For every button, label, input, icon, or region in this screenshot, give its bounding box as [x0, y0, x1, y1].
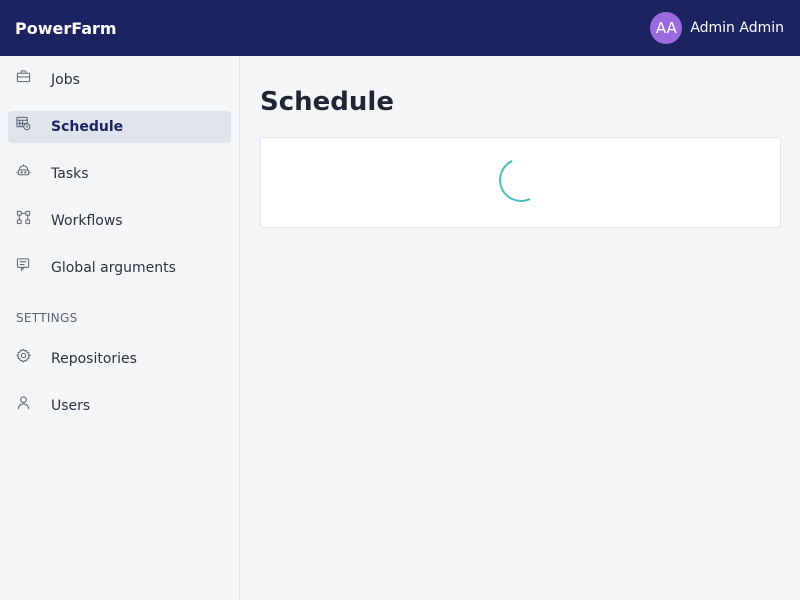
brand-logo[interactable]: PowerFarm [15, 19, 117, 38]
user-name[interactable]: Admin Admin [690, 20, 784, 36]
sidebar-item-label: Users [51, 398, 91, 414]
sidebar-item-label: Schedule [51, 119, 124, 135]
sidebar-item-label: Global arguments [51, 260, 176, 276]
user-icon [15, 394, 31, 410]
calendar-clock-icon [15, 115, 31, 131]
briefcase-icon [15, 68, 31, 84]
sidebar-item-label: Workflows [51, 213, 123, 229]
sidebar-item-tasks[interactable]: Tasks [8, 158, 231, 190]
loading-spinner-icon [492, 151, 549, 209]
sidebar-item-workflows[interactable]: Workflows [8, 205, 231, 237]
sidebar: Jobs Schedule Tasks Workflows Global arg… [0, 56, 240, 600]
schedule-card [260, 137, 781, 228]
gear-icon [15, 347, 31, 363]
sidebar-item-label: Jobs [51, 72, 80, 88]
sidebar-item-global-arguments[interactable]: Global arguments [8, 252, 231, 284]
sidebar-item-schedule[interactable]: Schedule [8, 111, 231, 143]
workflow-icon [15, 209, 31, 225]
main-content: Schedule [240, 56, 800, 600]
arguments-icon [15, 256, 31, 272]
page-title: Schedule [260, 87, 394, 117]
avatar[interactable]: AA [650, 12, 683, 44]
user-menu[interactable]: AA Admin Admin [650, 12, 784, 44]
settings-section-title: SETTINGS [16, 311, 78, 325]
sidebar-item-users[interactable]: Users [8, 390, 231, 422]
robot-icon [15, 162, 31, 178]
sidebar-item-repositories[interactable]: Repositories [8, 343, 231, 375]
sidebar-item-label: Tasks [51, 166, 89, 182]
sidebar-item-jobs[interactable]: Jobs [8, 64, 231, 96]
sidebar-item-label: Repositories [51, 351, 137, 367]
top-bar: PowerFarm AA Admin Admin [0, 0, 800, 56]
